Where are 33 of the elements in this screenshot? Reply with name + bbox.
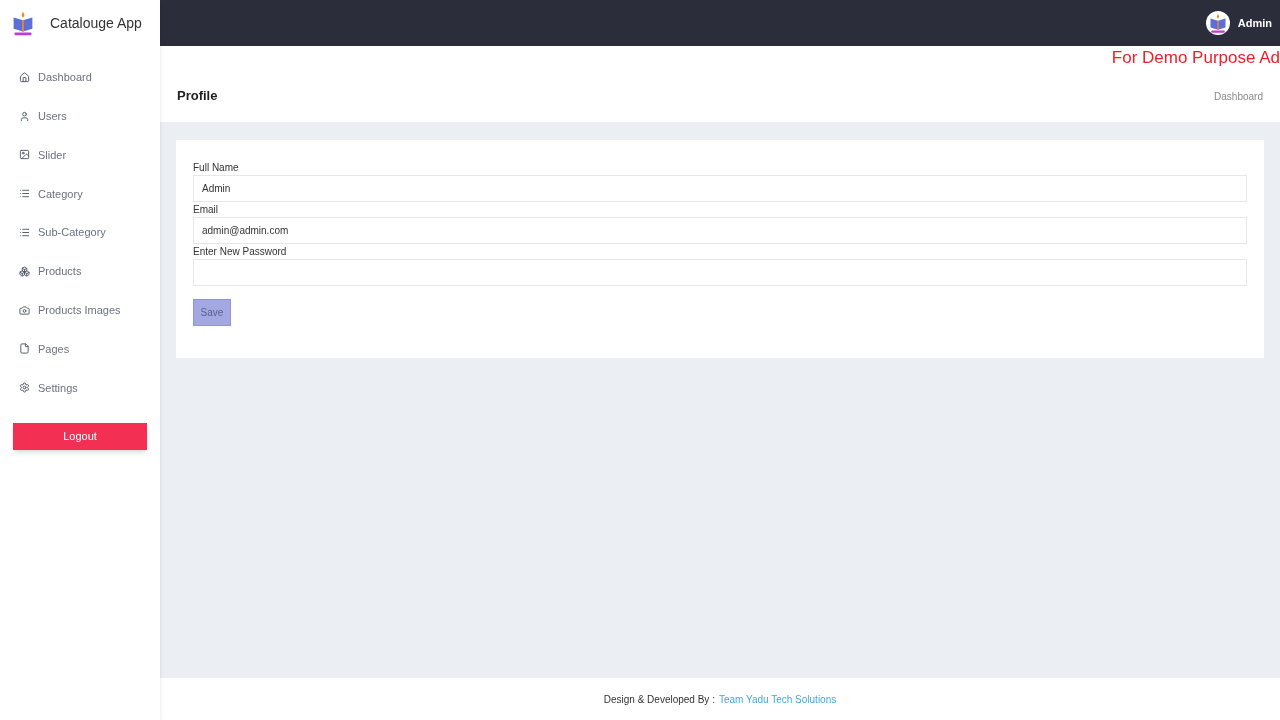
page-title: Profile xyxy=(177,87,218,106)
home-icon xyxy=(19,71,30,83)
sidebar-item[interactable]: Dashboard xyxy=(0,58,160,97)
text-field[interactable]: admin@admin.com xyxy=(193,217,1247,244)
list-icon xyxy=(19,188,30,200)
footer-credit: Design & Developed By : xyxy=(603,692,715,707)
demo-notice: For Demo Purpose Ad xyxy=(1111,47,1280,69)
sidebar-item[interactable]: Users xyxy=(0,96,160,136)
boxes-icon xyxy=(19,265,30,277)
field-label: Email xyxy=(193,203,219,217)
logout-button[interactable]: Logout xyxy=(13,423,147,451)
field-label: Enter New Password xyxy=(193,245,288,259)
user-avatar xyxy=(1205,11,1230,35)
list-icon xyxy=(19,227,30,239)
sidebar-item[interactable]: Pages xyxy=(0,329,160,369)
user-icon xyxy=(19,110,30,122)
sidebar-item[interactable]: Settings xyxy=(0,368,160,408)
footer-link[interactable]: Team Yadu Tech Solutions xyxy=(718,691,837,707)
user-name[interactable]: Admin xyxy=(1237,14,1272,32)
text-field[interactable] xyxy=(193,259,1247,286)
sidebar-item[interactable]: Products xyxy=(0,252,160,291)
text-field[interactable]: Admin xyxy=(193,175,1247,202)
settings-icon xyxy=(19,382,30,394)
sidebar-item[interactable]: Products Images xyxy=(0,290,160,330)
sidebar-item[interactable]: Slider xyxy=(0,135,160,175)
sidebar-item[interactable]: Category xyxy=(0,174,160,214)
brand-name: Catalouge App xyxy=(50,13,142,33)
field-label: Full Name xyxy=(193,161,240,175)
breadcrumb-link[interactable]: Dashboard xyxy=(1214,88,1263,104)
camera-icon xyxy=(19,304,30,316)
image-icon xyxy=(19,149,30,161)
sidebar-item[interactable]: Sub-Category xyxy=(0,213,160,252)
file-icon xyxy=(19,343,30,355)
